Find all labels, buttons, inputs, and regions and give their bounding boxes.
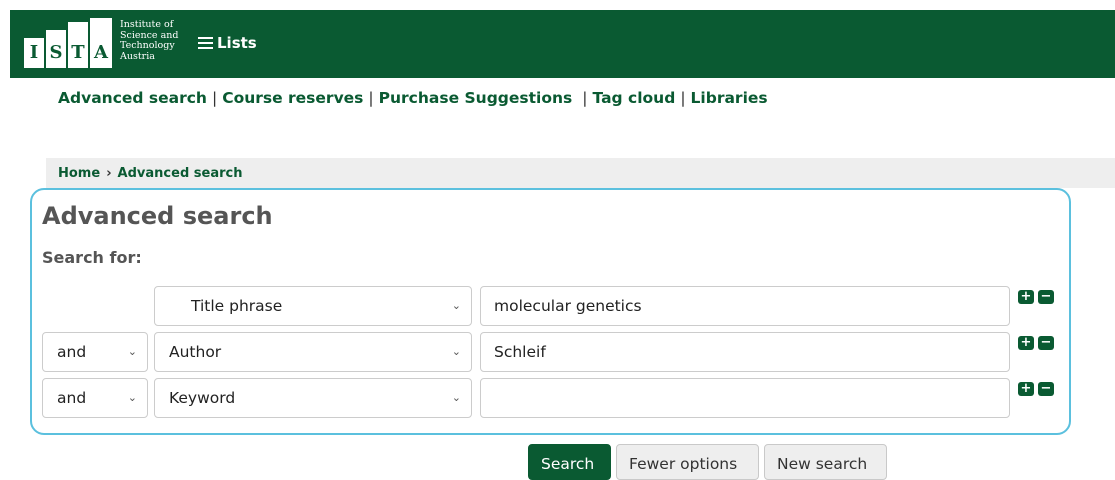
search-button[interactable]: Search [528,444,611,480]
lists-button[interactable]: Lists [198,34,257,52]
chevron-down-icon: ⌄ [451,345,461,358]
remove-row-icon[interactable]: − [1038,382,1054,396]
search-for-label: Search for: [42,248,142,267]
institute-name: Institute of Science and Technology Aust… [120,19,200,62]
breadcrumb-home[interactable]: Home [58,166,100,181]
fewer-options-button[interactable]: Fewer options [616,444,759,480]
chevron-down-icon: ⌄ [451,299,461,312]
search-term-input-1[interactable]: molecular genetics [480,286,1010,326]
new-search-button[interactable]: New search [764,444,887,480]
add-row-icon[interactable]: + [1018,290,1034,304]
breadcrumb: Home › Advanced search [46,158,1115,188]
nav-libraries[interactable]: Libraries [691,89,768,107]
list-icon [198,37,213,49]
chevron-down-icon: ⌄ [127,345,137,358]
institute-name-line: Austria [120,50,155,62]
field-select-3[interactable]: Keyword ⌄ [154,378,472,418]
site-header: I S T A Institute of Science and Technol… [10,10,1115,78]
logo-letter-t: T [68,22,88,68]
field-select-value: Keyword [169,389,236,407]
advanced-search-panel: Advanced search Search for: Title phrase… [30,188,1071,435]
logo-letter-s: S [46,30,66,68]
ista-logo[interactable]: I S T A Institute of Science and Technol… [24,18,194,74]
field-select-2[interactable]: Author ⌄ [154,332,472,372]
logo-mark: I S T A [24,18,114,74]
breadcrumb-chevron-icon: › [106,166,112,181]
institute-name-line: Institute of [120,19,174,30]
operator-value: and [57,389,87,407]
search-term-input-3[interactable] [480,378,1010,418]
field-select-1[interactable]: Title phrase ⌄ [154,286,472,326]
search-term-value: Schleif [494,343,546,361]
operator-select-3[interactable]: and ⌄ [42,378,148,418]
remove-row-icon[interactable]: − [1038,336,1054,350]
page-title: Advanced search [42,202,273,230]
lists-label: Lists [217,34,257,52]
nav-tag-cloud[interactable]: Tag cloud [593,89,676,107]
search-term-input-2[interactable]: Schleif [480,332,1010,372]
institute-name-line: Technology [120,40,175,51]
nav-advanced-search[interactable]: Advanced search [58,89,207,107]
breadcrumb-current[interactable]: Advanced search [118,166,243,181]
remove-row-icon[interactable]: − [1038,290,1054,304]
add-row-icon[interactable]: + [1018,336,1034,350]
operator-value: and [57,343,87,361]
chevron-down-icon: ⌄ [451,391,461,404]
nav-course-reserves[interactable]: Course reserves [222,89,363,107]
logo-letter-i: I [24,38,44,68]
top-navigation: Advanced search | Course reserves | Purchase… [58,89,768,107]
add-row-icon[interactable]: + [1018,382,1034,396]
search-term-value: molecular genetics [494,297,642,315]
field-select-value: Title phrase [191,297,283,315]
chevron-down-icon: ⌄ [127,391,137,404]
operator-select-2[interactable]: and ⌄ [42,332,148,372]
logo-letter-a: A [90,18,112,68]
nav-purchase-suggestions[interactable]: Purchase Suggestions [379,89,573,107]
field-select-value: Author [169,343,222,361]
